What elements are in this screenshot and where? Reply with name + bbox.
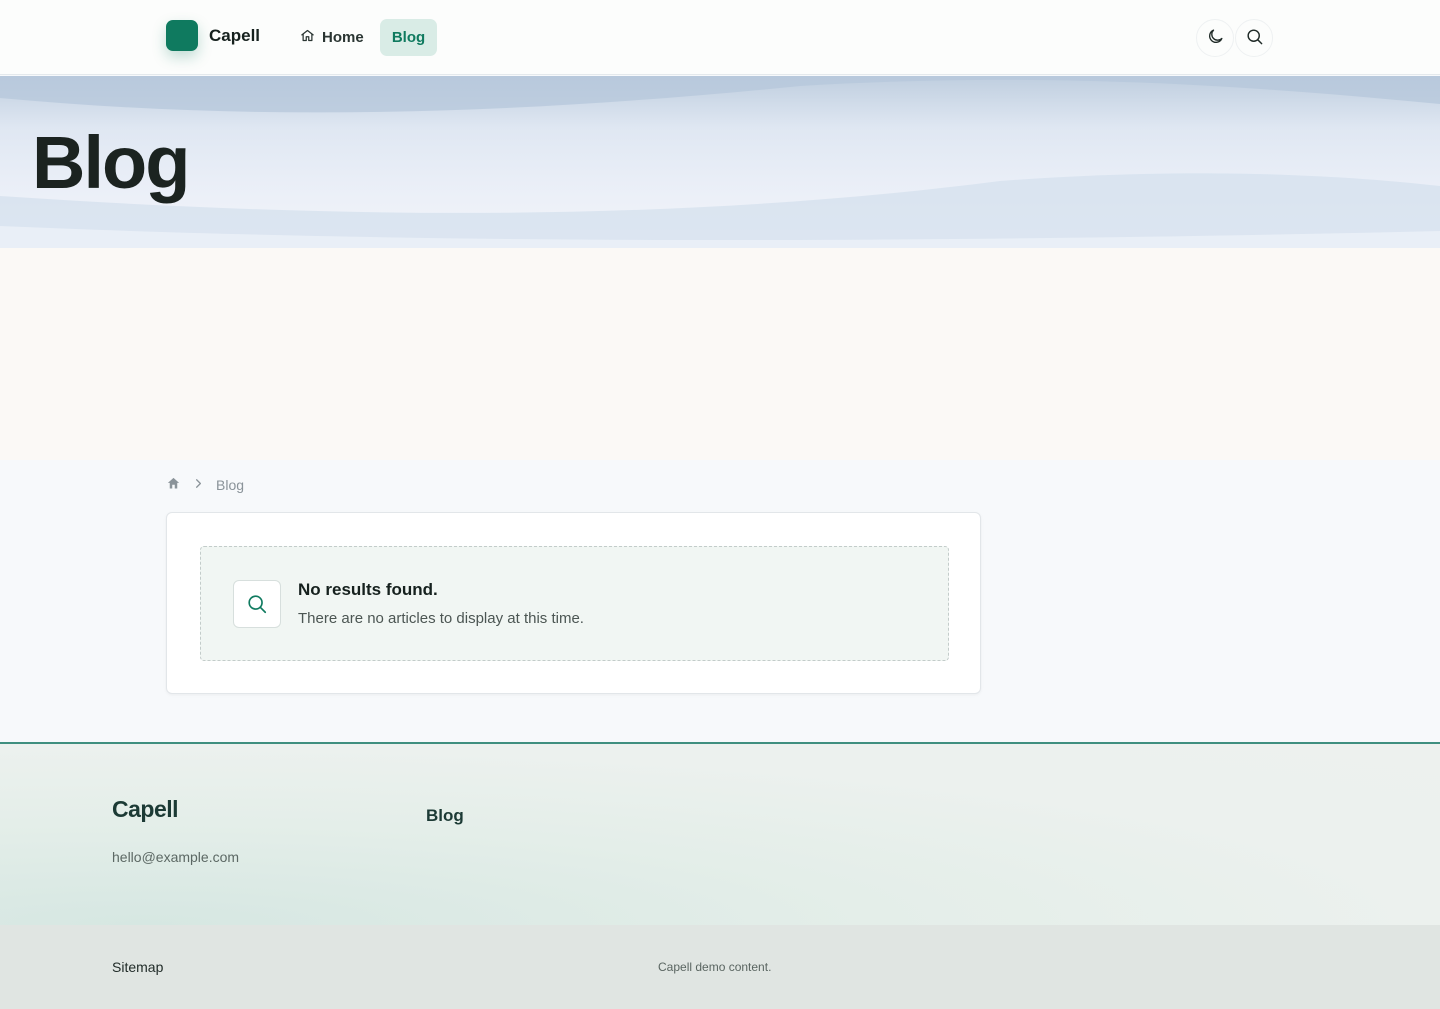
site-header: Capell Home Blog <box>0 0 1440 75</box>
sitemap-link[interactable]: Sitemap <box>112 959 163 975</box>
nav-item-home[interactable]: Home <box>290 19 374 56</box>
footer-brand[interactable]: Capell <box>112 796 179 823</box>
moon-icon <box>1206 27 1225 49</box>
copyright-text: Capell demo content. <box>658 960 772 974</box>
page-title: Blog <box>32 121 190 204</box>
theme-toggle-button[interactable] <box>1196 19 1234 57</box>
search-icon <box>1245 27 1264 49</box>
home-icon[interactable] <box>166 476 181 494</box>
home-icon <box>300 28 315 47</box>
hero-wave-background <box>0 76 1440 248</box>
search-button[interactable] <box>1235 19 1273 57</box>
page-hero: Blog <box>0 76 1440 248</box>
empty-state-title: No results found. <box>298 580 438 599</box>
brand-name[interactable]: Capell <box>209 26 260 46</box>
brand-logo-mark[interactable] <box>166 20 198 51</box>
chevron-right-icon <box>191 476 206 494</box>
footer-email-link[interactable]: hello@example.com <box>112 849 239 865</box>
nav-item-label: Home <box>322 29 364 46</box>
breadcrumb-current: Blog <box>216 477 245 493</box>
sub-footer: Sitemap Capell demo content. <box>0 925 1440 1009</box>
footer-blog-link[interactable]: Blog <box>426 806 464 826</box>
empty-state: No results found. There are no articles … <box>200 546 949 661</box>
nav-item-blog[interactable]: Blog <box>380 19 437 56</box>
content-banner-area <box>0 248 1440 460</box>
articles-card: No results found. There are no articles … <box>166 512 981 694</box>
site-footer: Capell hello@example.com Blog <box>0 742 1440 925</box>
breadcrumb: Blog <box>166 476 244 494</box>
empty-state-message: There are no articles to display at this… <box>298 610 584 627</box>
search-icon <box>233 580 281 628</box>
